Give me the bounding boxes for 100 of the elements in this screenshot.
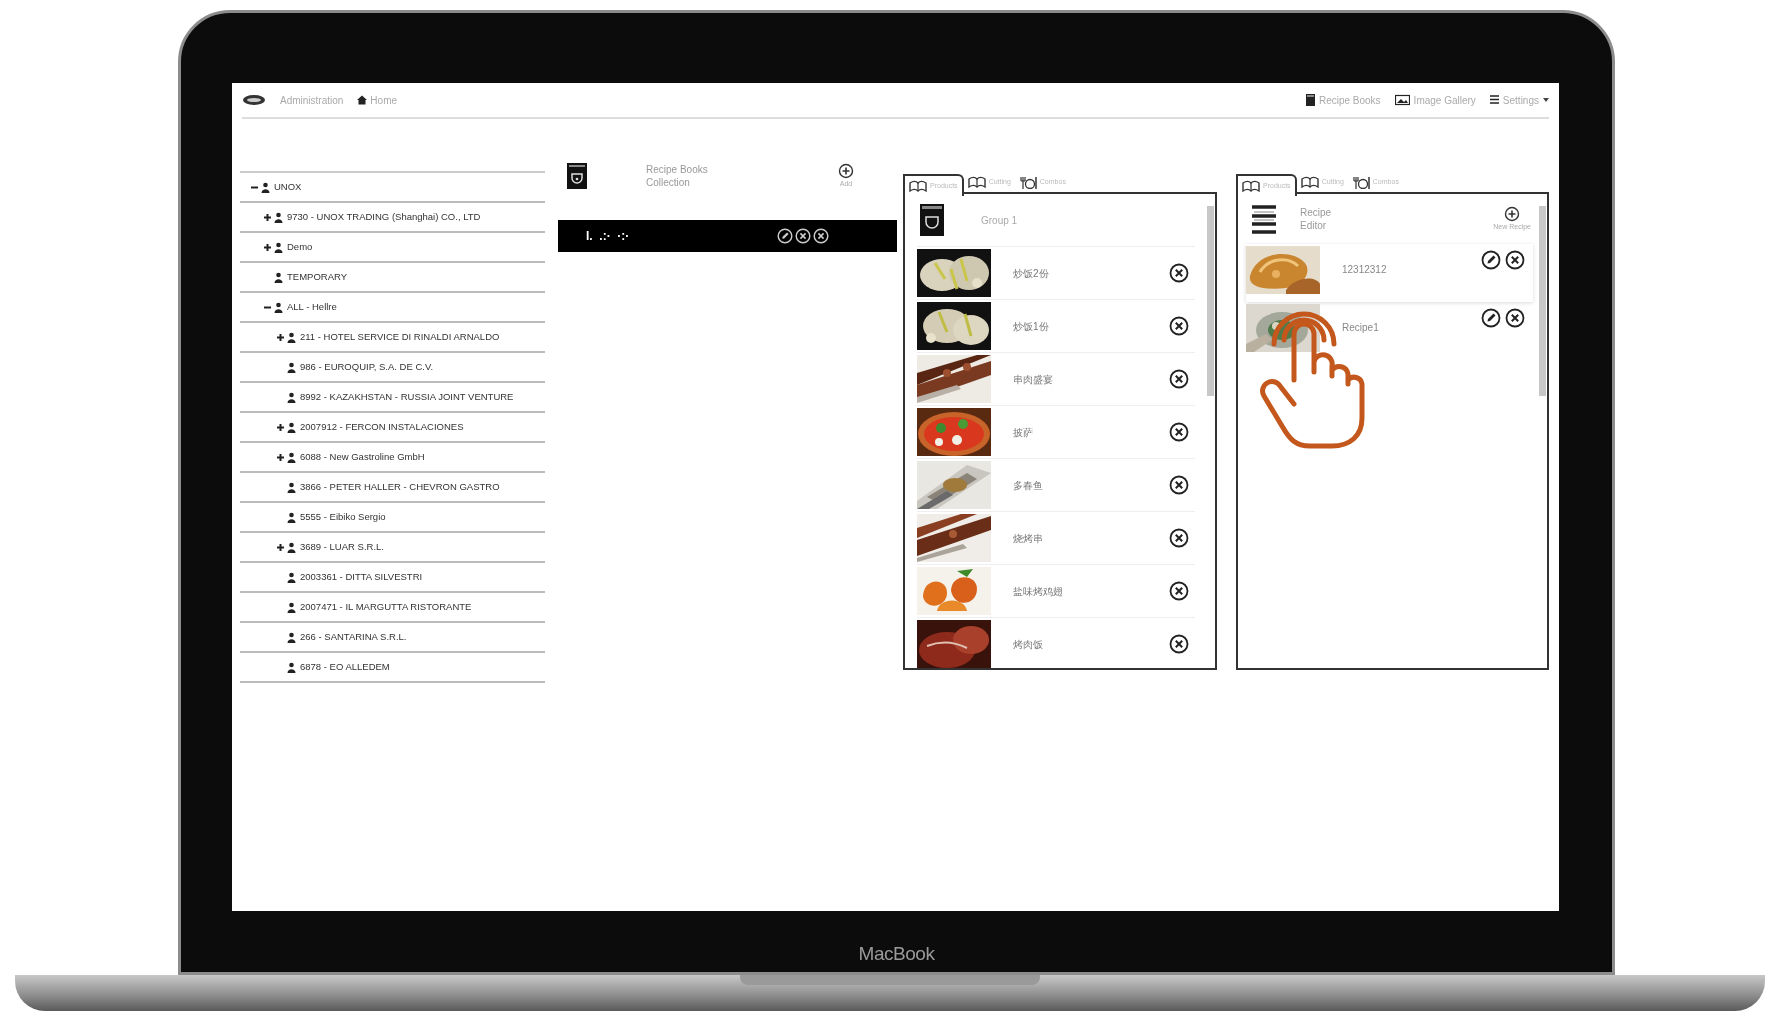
person-icon xyxy=(287,661,296,673)
person-icon xyxy=(287,631,296,643)
menu-icon xyxy=(1489,94,1499,106)
recipe-name: 炒饭2份 xyxy=(1013,266,1050,281)
remove-icon[interactable] xyxy=(1169,316,1189,336)
tree-item[interactable]: UNOX xyxy=(240,173,545,203)
recipe-book-icon xyxy=(566,162,588,190)
close-icon[interactable] xyxy=(795,228,811,244)
recipe-row[interactable]: 12312312 xyxy=(1246,244,1533,302)
person-icon xyxy=(274,271,283,283)
book-icon xyxy=(909,179,927,193)
expand-icon[interactable] xyxy=(276,332,285,342)
tree-item[interactable]: 6878 - EO ALLEDEM xyxy=(240,653,545,683)
stack-icon xyxy=(1250,204,1278,234)
panel-title: Recipe Editor xyxy=(1300,206,1333,232)
person-icon xyxy=(287,571,296,583)
person-icon xyxy=(287,481,296,493)
logo-icon[interactable] xyxy=(242,94,266,106)
person-icon xyxy=(287,421,296,433)
close-icon[interactable] xyxy=(813,228,829,244)
tree-item[interactable]: 5555 - Eibiko Sergio xyxy=(240,503,545,533)
remove-icon[interactable] xyxy=(1169,263,1189,283)
book-icon xyxy=(1304,94,1315,106)
book-icon xyxy=(967,175,986,189)
tree-item-label: 211 - HOTEL SERVICE DI RINALDI ARNALDO xyxy=(300,329,500,344)
person-icon xyxy=(287,601,296,613)
person-icon xyxy=(274,241,283,253)
remove-icon[interactable] xyxy=(1505,308,1525,328)
tree-item[interactable]: 3866 - PETER HALLER - CHEVRON GASTRO xyxy=(240,473,545,503)
dish-icon xyxy=(1351,175,1370,189)
recipe-row[interactable]: 烧烤串 xyxy=(917,512,1195,565)
tree-item-label: 9730 - UNOX TRADING (Shanghai) CO., LTD xyxy=(287,209,481,224)
tree-item[interactable]: 9730 - UNOX TRADING (Shanghai) CO., LTD xyxy=(240,203,545,233)
remove-icon[interactable] xyxy=(1169,475,1189,495)
recipe-row[interactable]: 炒饭2份 xyxy=(917,247,1195,300)
recipe-name: 盐味烤鸡翅 xyxy=(1013,584,1064,599)
recipe-row[interactable]: Recipe1 xyxy=(1246,302,1533,360)
expand-icon[interactable] xyxy=(276,452,285,462)
person-icon xyxy=(287,361,296,373)
tree-item[interactable]: 6088 - New Gastroline GmbH xyxy=(240,443,545,473)
tree-item[interactable]: 2007912 - FERCON INSTALACIONES xyxy=(240,413,545,443)
tree-item[interactable]: ALL - Hellre xyxy=(240,293,545,323)
recipe-name: 披萨 xyxy=(1013,425,1034,440)
recipe-name: 烤肉饭 xyxy=(1013,637,1044,652)
recipe-name: 串肉盛宴 xyxy=(1013,372,1054,387)
recipe-book-icon xyxy=(919,203,945,237)
tree-item[interactable]: TEMPORARY xyxy=(240,263,545,293)
remove-icon[interactable] xyxy=(1169,422,1189,442)
home-icon xyxy=(357,95,368,105)
tree-item-label: 6878 - EO ALLEDEM xyxy=(300,659,390,674)
group-title: Group 1 xyxy=(981,213,1018,228)
collection-row[interactable]: I. .:· ·:· xyxy=(558,220,897,252)
expand-icon[interactable] xyxy=(263,212,272,222)
remove-icon[interactable] xyxy=(1169,369,1189,389)
edit-icon[interactable] xyxy=(1481,250,1501,270)
remove-icon[interactable] xyxy=(1169,634,1189,654)
tree-item[interactable]: 266 - SANTARINA S.R.L. xyxy=(240,623,545,653)
person-icon xyxy=(274,301,283,313)
tree-item-label: 6088 - New Gastroline GmbH xyxy=(300,449,425,464)
recipe-row[interactable]: 多春鱼 xyxy=(917,459,1195,512)
recipe-row[interactable]: 盐味烤鸡翅 xyxy=(917,565,1195,618)
tree-item-label: 2007912 - FERCON INSTALACIONES xyxy=(300,419,464,434)
remove-icon[interactable] xyxy=(1505,250,1525,270)
recipe-name: Recipe1 xyxy=(1342,321,1380,335)
person-icon xyxy=(287,511,296,523)
tree-item[interactable]: Demo xyxy=(240,233,545,263)
add-icon xyxy=(1504,205,1521,222)
tree-item-label: TEMPORARY xyxy=(287,269,347,284)
tree-item[interactable]: 8992 - KAZAKHSTAN - RUSSIA JOINT VENTURE xyxy=(240,383,545,413)
tree-item-label: 2003361 - DITTA SILVESTRI xyxy=(300,569,423,584)
tree-item[interactable]: 211 - HOTEL SERVICE DI RINALDI ARNALDO xyxy=(240,323,545,353)
book-icon xyxy=(1242,179,1260,193)
person-icon xyxy=(287,541,296,553)
edit-icon[interactable] xyxy=(1481,308,1501,328)
tree-item-label: 3866 - PETER HALLER - CHEVRON GASTRO xyxy=(300,479,500,494)
recipe-row[interactable]: 烤肉饭 xyxy=(917,618,1195,668)
person-icon xyxy=(274,211,283,223)
recipe-row[interactable]: 披萨 xyxy=(917,406,1195,459)
tree-item-label: 3689 - LUAR S.R.L. xyxy=(300,539,384,554)
collection-row-label: I. .:· ·:· xyxy=(586,228,631,245)
recipe-row[interactable]: 串肉盛宴 xyxy=(917,353,1195,406)
add-icon xyxy=(838,162,854,179)
tree-item[interactable]: 986 - EUROQUIP, S.A. DE C.V. xyxy=(240,353,545,383)
tree-item[interactable]: 2007471 - IL MARGUTTA RISTORANTE xyxy=(240,593,545,623)
tree-item[interactable]: 2003361 - DITTA SILVESTRI xyxy=(240,563,545,593)
tree-item-label: ALL - Hellre xyxy=(287,299,337,314)
laptop-brand-label: MacBook xyxy=(858,941,935,966)
tree-item-label: 8992 - KAZAKHSTAN - RUSSIA JOINT VENTURE xyxy=(300,389,514,404)
expand-icon[interactable] xyxy=(276,422,285,432)
person-icon xyxy=(261,181,270,193)
remove-icon[interactable] xyxy=(1169,581,1189,601)
expand-icon[interactable] xyxy=(263,242,272,252)
expand-icon[interactable] xyxy=(276,542,285,552)
tree-item-label: UNOX xyxy=(274,179,302,194)
remove-icon[interactable] xyxy=(1169,528,1189,548)
recipe-name: 烧烤串 xyxy=(1013,531,1044,546)
dish-icon xyxy=(1018,175,1037,189)
recipe-row[interactable]: 炒饭1份 xyxy=(917,300,1195,353)
tree-item-label: 5555 - Eibiko Sergio xyxy=(300,509,386,524)
tree-item[interactable]: 3689 - LUAR S.R.L. xyxy=(240,533,545,563)
